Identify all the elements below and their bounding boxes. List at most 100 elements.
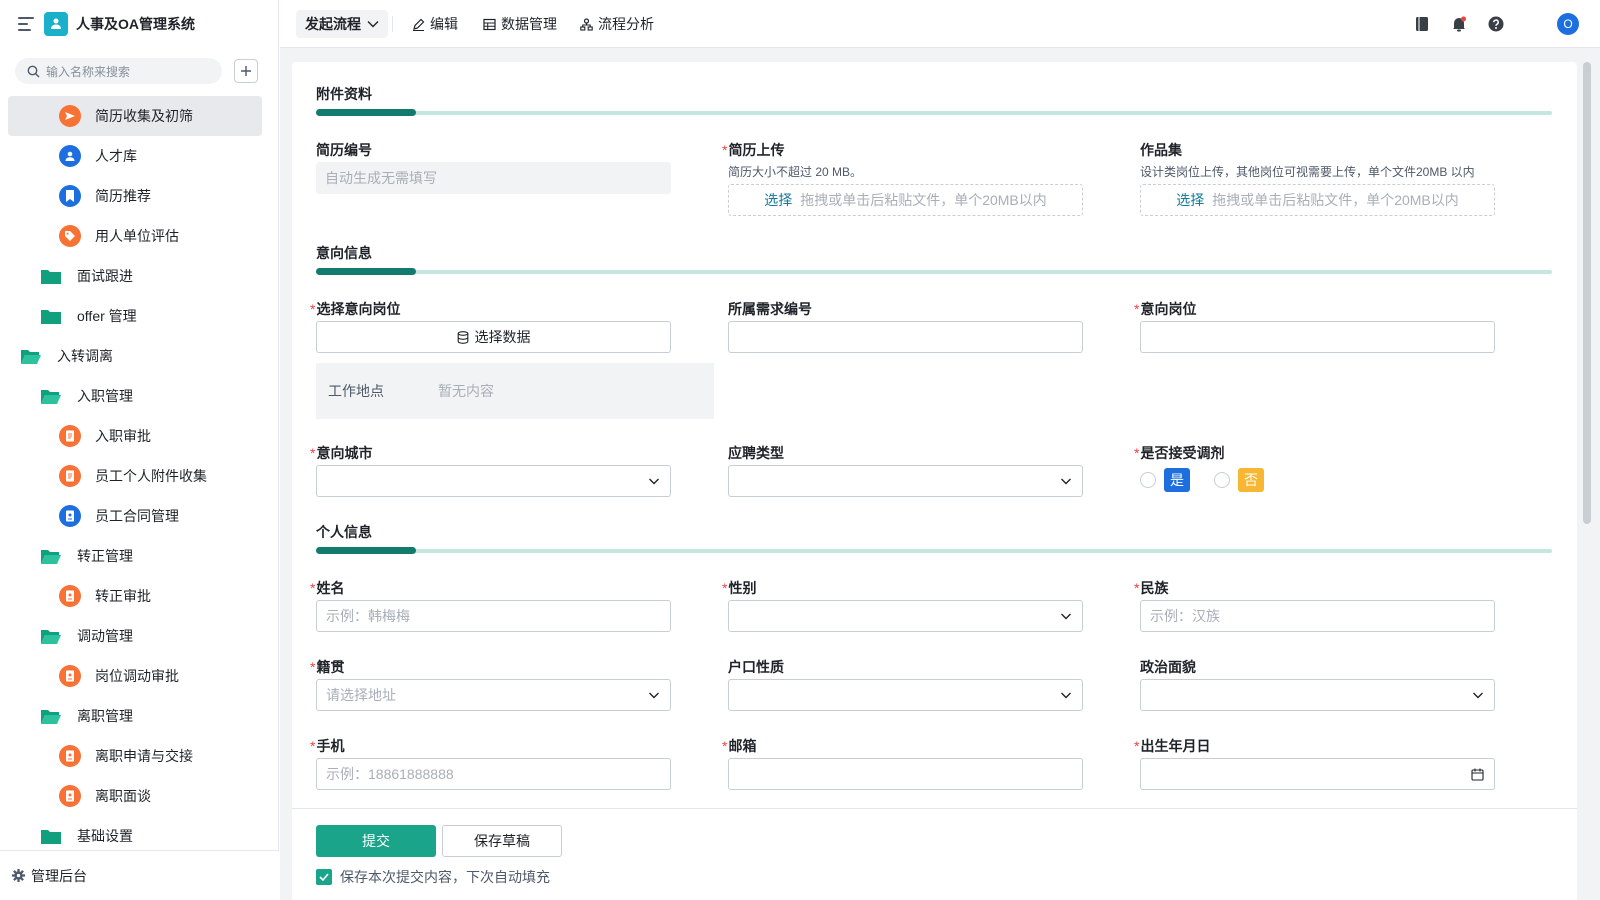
chevron-down-icon xyxy=(649,692,659,699)
portfolio-upload-hint: 拖拽或单击后粘贴文件，单个20MB以内 xyxy=(1212,192,1459,208)
flow-analysis-button[interactable]: 流程分析 xyxy=(580,14,654,34)
calendar-icon[interactable] xyxy=(1471,768,1484,781)
user-avatar[interactable]: O xyxy=(1557,13,1579,35)
edit-label: 编辑 xyxy=(430,16,458,32)
sidebar: 人事及OA管理系统 输入名称来搜索 简历收集及初筛 人才库 简历推荐 用人单位评… xyxy=(0,0,279,900)
sidebar-item-label: 离职管理 xyxy=(77,708,133,724)
section-title-intent: 意向信息 xyxy=(316,245,372,261)
resume-upload-dropzone[interactable]: 选择 拖拽或单击后粘贴文件，单个20MB以内 xyxy=(728,184,1083,216)
no-tag[interactable]: 否 xyxy=(1238,468,1264,492)
document-icon xyxy=(59,425,81,447)
help-icon[interactable] xyxy=(1486,14,1506,34)
phone-label: *手机 xyxy=(310,738,345,754)
add-button[interactable] xyxy=(234,59,258,83)
email-field[interactable] xyxy=(728,758,1083,790)
submit-button[interactable]: 提交 xyxy=(316,825,436,857)
sidebar-item-label: 入职管理 xyxy=(77,388,133,404)
sidebar-item-onboarding-manage[interactable]: 入职管理 xyxy=(8,376,262,416)
native-place-placeholder: 请选择地址 xyxy=(326,687,396,703)
position-label: *意向岗位 xyxy=(1134,301,1197,317)
portfolio-desc: 设计类岗位上传，其他岗位可视需要上传，单个文件20MB 以内 xyxy=(1140,165,1475,179)
sidebar-item-label: offer 管理 xyxy=(77,308,137,324)
ethnicity-placeholder: 示例：汉族 xyxy=(1150,608,1220,624)
sidebar-item-contract[interactable]: 员工合同管理 xyxy=(8,496,262,536)
sidebar-item-regularization-approval[interactable]: 转正审批 xyxy=(8,576,262,616)
section-divider xyxy=(316,547,1552,554)
demand-no-field[interactable] xyxy=(728,321,1083,353)
sidebar-item-label: 简历推荐 xyxy=(95,188,151,204)
phone-field[interactable]: 示例：18861888888 xyxy=(316,758,671,790)
sidebar-item-transfer-approval[interactable]: 岗位调动审批 xyxy=(8,656,262,696)
sidebar-item-label: 离职面谈 xyxy=(95,788,151,804)
admin-console-link[interactable]: 管理后台 xyxy=(0,850,279,900)
sidebar-item-onboarding-group[interactable]: 入转调离 xyxy=(8,336,262,376)
sidebar-item-employer-eval[interactable]: 用人单位评估 xyxy=(8,216,262,256)
position-field[interactable] xyxy=(1140,321,1495,353)
sidebar-item-regularization-manage[interactable]: 转正管理 xyxy=(8,536,262,576)
folder-open-icon xyxy=(21,350,41,364)
sidebar-item-label: 用人单位评估 xyxy=(95,228,179,244)
sidebar-item-transfer-manage[interactable]: 调动管理 xyxy=(8,616,262,656)
brand: 人事及OA管理系统 xyxy=(18,12,195,36)
portfolio-upload-pick[interactable]: 选择 xyxy=(1176,190,1204,210)
sidebar-item-exit-interview[interactable]: 离职面谈 xyxy=(8,776,262,816)
form-action-bar: 提交 保存草稿 保存本次提交内容，下次自动填充 xyxy=(292,808,1577,900)
sidebar-item-resume-recommend[interactable]: 简历推荐 xyxy=(8,176,262,216)
book-icon[interactable] xyxy=(1412,14,1432,34)
resume-upload-label: *简历上传 xyxy=(722,142,785,158)
edit-button[interactable]: 编辑 xyxy=(412,14,458,34)
user-icon xyxy=(59,145,81,167)
sidebar-item-resignation-handover[interactable]: 离职申请与交接 xyxy=(8,736,262,776)
edit-icon xyxy=(413,18,425,31)
autofill-checkbox[interactable] xyxy=(316,869,332,885)
data-manage-button[interactable]: 数据管理 xyxy=(483,14,557,34)
hukou-select[interactable] xyxy=(728,679,1083,711)
search-input[interactable]: 输入名称来搜索 xyxy=(15,58,223,84)
ethnicity-field[interactable]: 示例：汉族 xyxy=(1140,600,1495,632)
folder-open-icon xyxy=(41,550,61,564)
section-title-personal: 个人信息 xyxy=(316,524,372,540)
select-position-label: *选择意向岗位 xyxy=(310,301,401,317)
radio-no[interactable] xyxy=(1214,472,1230,488)
city-select[interactable] xyxy=(316,465,671,497)
birth-date-picker[interactable] xyxy=(1140,758,1495,790)
name-field[interactable]: 示例：韩梅梅 xyxy=(316,600,671,632)
autofill-checkbox-row[interactable]: 保存本次提交内容，下次自动填充 xyxy=(316,867,550,887)
gender-select[interactable] xyxy=(728,600,1083,632)
section-divider xyxy=(316,109,1552,116)
sidebar-item-talent-pool[interactable]: 人才库 xyxy=(8,136,262,176)
political-select[interactable] xyxy=(1140,679,1495,711)
sidebar-item-resignation-manage[interactable]: 离职管理 xyxy=(8,696,262,736)
notification-bell-icon[interactable] xyxy=(1449,14,1469,34)
sidebar-item-label: 离职申请与交接 xyxy=(95,748,193,764)
sidebar-nav: 简历收集及初筛 人才库 简历推荐 用人单位评估 面试跟进 offer 管理 入转… xyxy=(8,96,262,856)
native-place-select[interactable]: 请选择地址 xyxy=(316,679,671,711)
hamburger-menu-icon[interactable] xyxy=(18,17,34,31)
folder-icon xyxy=(41,830,61,844)
radio-yes[interactable] xyxy=(1140,472,1156,488)
work-location-value: 暂无内容 xyxy=(438,383,494,399)
resume-no-placeholder: 自动生成无需填写 xyxy=(325,170,437,186)
sidebar-item-attachment-collect[interactable]: 员工个人附件收集 xyxy=(8,456,262,496)
sidebar-item-onboarding-approval[interactable]: 入职审批 xyxy=(8,416,262,456)
start-flow-dropdown[interactable]: 发起流程 xyxy=(296,10,388,38)
badge-icon xyxy=(59,745,81,767)
top-toolbar: 发起流程 编辑 数据管理 流程分析 O xyxy=(280,0,1600,48)
apply-type-select[interactable] xyxy=(728,465,1083,497)
sidebar-item-interview[interactable]: 面试跟进 xyxy=(8,256,262,296)
send-icon xyxy=(59,105,81,127)
select-data-button[interactable]: 选择数据 xyxy=(316,321,671,353)
resume-upload-pick[interactable]: 选择 xyxy=(764,190,792,210)
document-icon xyxy=(59,465,81,487)
section-divider xyxy=(316,268,1552,275)
native-place-label: *籍贯 xyxy=(310,659,345,675)
portfolio-upload-dropzone[interactable]: 选择 拖拽或单击后粘贴文件，单个20MB以内 xyxy=(1140,184,1495,216)
save-draft-button[interactable]: 保存草稿 xyxy=(442,825,562,857)
sidebar-item-label: 人才库 xyxy=(95,148,137,164)
sidebar-item-resume-screening[interactable]: 简历收集及初筛 xyxy=(8,96,262,136)
yes-tag[interactable]: 是 xyxy=(1164,468,1190,492)
folder-icon xyxy=(41,310,61,324)
form-scrollbar[interactable] xyxy=(1583,62,1591,524)
sidebar-item-offer[interactable]: offer 管理 xyxy=(8,296,262,336)
sidebar-item-label: 转正审批 xyxy=(95,588,151,604)
